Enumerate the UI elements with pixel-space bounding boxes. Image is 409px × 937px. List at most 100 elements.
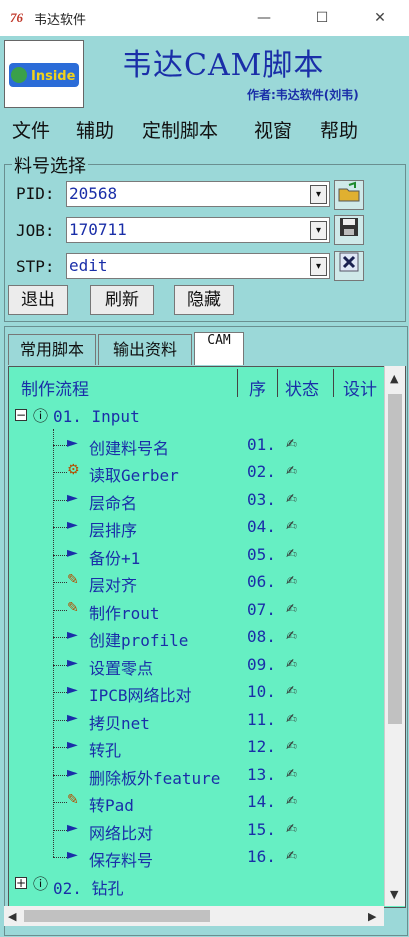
menu-view[interactable]: 视窗 bbox=[254, 116, 292, 143]
pid-combobox[interactable]: 20568 ▾ bbox=[66, 181, 330, 207]
tree-item-seq: 13. bbox=[247, 764, 276, 784]
open-folder-icon bbox=[338, 181, 360, 202]
cam-flow-tree[interactable]: 制作流程 序 状态 设计 − ⓘ 01. Input ► 创建料号名 01. ✍ ⚙ 读取Ger… bbox=[8, 366, 406, 908]
tree-connector bbox=[53, 774, 67, 776]
tree-item-label[interactable]: 读取Gerber bbox=[89, 462, 179, 486]
expand-toggle-icon[interactable]: − bbox=[15, 409, 27, 421]
tree-connector bbox=[53, 664, 67, 666]
vertical-scroll-thumb[interactable] bbox=[388, 394, 402, 724]
tab-cam[interactable]: CAM bbox=[194, 332, 244, 365]
horizontal-scrollbar[interactable]: ◀ ▶ bbox=[4, 906, 384, 926]
tree-item-seq: 12. bbox=[247, 737, 276, 756]
status-icon: ✍ bbox=[286, 821, 297, 837]
exit-button[interactable]: 退出 bbox=[8, 285, 68, 315]
menu-file[interactable]: 文件 bbox=[12, 116, 50, 143]
tab-common-scripts[interactable]: 常用脚本 bbox=[8, 334, 96, 365]
column-header-seq[interactable]: 序 bbox=[249, 375, 266, 400]
app-title: 韦达CAM脚本 bbox=[122, 48, 325, 83]
status-icon: ✍ bbox=[286, 491, 297, 507]
tree-connector bbox=[53, 527, 67, 528]
open-folder-button[interactable] bbox=[334, 180, 364, 210]
edit-pencil-icon: ✎ bbox=[67, 572, 79, 588]
save-button[interactable] bbox=[334, 215, 364, 245]
close-x-icon bbox=[339, 252, 359, 272]
tree-connector bbox=[53, 802, 67, 803]
hide-button[interactable]: 隐藏 bbox=[174, 285, 234, 315]
tree-item-seq: 16. bbox=[247, 847, 276, 866]
minimize-button[interactable]: — bbox=[250, 7, 278, 29]
tree-item-label[interactable]: 删除板外feature bbox=[89, 765, 220, 789]
tree-item-seq: 15. bbox=[247, 819, 276, 839]
dropdown-arrow-icon[interactable]: ▾ bbox=[310, 257, 327, 276]
tree-item-label[interactable]: 备份+1 bbox=[89, 545, 140, 569]
scroll-down-icon[interactable]: ▼ bbox=[390, 888, 398, 901]
tree-item-label[interactable]: 拷贝net bbox=[89, 710, 150, 734]
status-icon: ✍ bbox=[286, 629, 297, 644]
column-header-status[interactable]: 状态 bbox=[285, 375, 319, 400]
tree-group-label[interactable]: 02. 钻孔 bbox=[53, 875, 124, 899]
close-button[interactable]: ✕ bbox=[366, 7, 394, 29]
status-icon: ✍ bbox=[286, 684, 297, 699]
tree-item-label[interactable]: 转孔 bbox=[89, 737, 121, 761]
job-combobox[interactable]: 170711 ▾ bbox=[66, 217, 330, 243]
tree-item-seq: 10. bbox=[247, 682, 276, 701]
tree-item-label[interactable]: 创建料号名 bbox=[89, 435, 169, 459]
tree-item-seq: 03. bbox=[247, 489, 276, 509]
scroll-up-icon[interactable]: ▲ bbox=[390, 372, 398, 385]
tree-item-label[interactable]: 制作rout bbox=[89, 600, 160, 624]
play-arrow-icon: ► bbox=[67, 654, 78, 671]
column-header-flow[interactable]: 制作流程 bbox=[21, 375, 89, 400]
tree-item-label[interactable]: 保存料号 bbox=[89, 847, 153, 871]
edit-pencil-icon: ✎ bbox=[67, 792, 79, 808]
play-arrow-icon: ► bbox=[67, 737, 78, 753]
status-icon: ✍ bbox=[286, 464, 297, 479]
tab-output-data[interactable]: 输出资料 bbox=[98, 334, 192, 365]
menu-help[interactable]: 帮助 bbox=[320, 116, 358, 143]
dropdown-arrow-icon[interactable]: ▾ bbox=[310, 221, 327, 240]
scroll-left-icon[interactable]: ◀ bbox=[8, 910, 16, 923]
stp-combobox[interactable]: edit ▾ bbox=[66, 253, 330, 279]
tree-item-label[interactable]: IPCB网络比对 bbox=[89, 682, 192, 706]
dropdown-arrow-icon[interactable]: ▾ bbox=[310, 185, 327, 204]
tree-group-label[interactable]: 01. Input bbox=[53, 407, 140, 426]
play-arrow-icon: ► bbox=[67, 434, 78, 451]
scroll-right-icon[interactable]: ▶ bbox=[368, 910, 376, 923]
tree-item-seq: 02. bbox=[247, 462, 276, 481]
save-icon bbox=[340, 218, 358, 236]
menu-assist[interactable]: 辅助 bbox=[76, 116, 114, 143]
vertical-scrollbar[interactable]: ▲ ▼ bbox=[384, 366, 405, 906]
tree-connector bbox=[53, 444, 67, 446]
horizontal-scroll-thumb[interactable] bbox=[24, 910, 210, 922]
maximize-button[interactable]: ☐ bbox=[308, 7, 336, 29]
tree-item-label[interactable]: 设置零点 bbox=[89, 655, 153, 679]
pid-label: PID: bbox=[16, 184, 55, 203]
tree-header: 制作流程 序 状态 设计 bbox=[9, 367, 387, 401]
tree-connector bbox=[53, 829, 67, 831]
tree-connector bbox=[53, 747, 67, 748]
info-icon: ⓘ bbox=[33, 874, 49, 893]
tree-item-label[interactable]: 层排序 bbox=[89, 517, 137, 541]
tree-item-label[interactable]: 转Pad bbox=[89, 792, 134, 816]
tree-item-label[interactable]: 层对齐 bbox=[89, 572, 137, 596]
status-icon: ✍ bbox=[286, 574, 297, 589]
tree-connector bbox=[53, 554, 67, 556]
pid-value: 20568 bbox=[69, 184, 118, 203]
info-icon: ⓘ bbox=[33, 407, 49, 425]
stp-label: STP: bbox=[16, 257, 55, 276]
tree-item-label[interactable]: 网络比对 bbox=[89, 820, 153, 844]
tree-item-label[interactable]: 层命名 bbox=[89, 490, 137, 514]
expand-toggle-icon[interactable]: + bbox=[15, 876, 27, 889]
column-header-design[interactable]: 设计 bbox=[343, 375, 377, 400]
stp-value: edit bbox=[69, 256, 108, 275]
menu-custom-script[interactable]: 定制脚本 bbox=[142, 116, 218, 143]
tree-connector bbox=[53, 472, 67, 473]
tree-item-seq: 01. bbox=[247, 434, 276, 454]
tree-item-label[interactable]: 创建profile bbox=[89, 627, 188, 651]
tree-connector bbox=[53, 582, 67, 583]
play-arrow-icon: ► bbox=[67, 764, 78, 781]
job-label: JOB: bbox=[16, 221, 55, 240]
play-arrow-icon: ► bbox=[67, 489, 78, 506]
refresh-button[interactable]: 刷新 bbox=[90, 285, 154, 315]
play-arrow-icon: ► bbox=[67, 627, 78, 643]
clear-button[interactable] bbox=[334, 251, 364, 281]
